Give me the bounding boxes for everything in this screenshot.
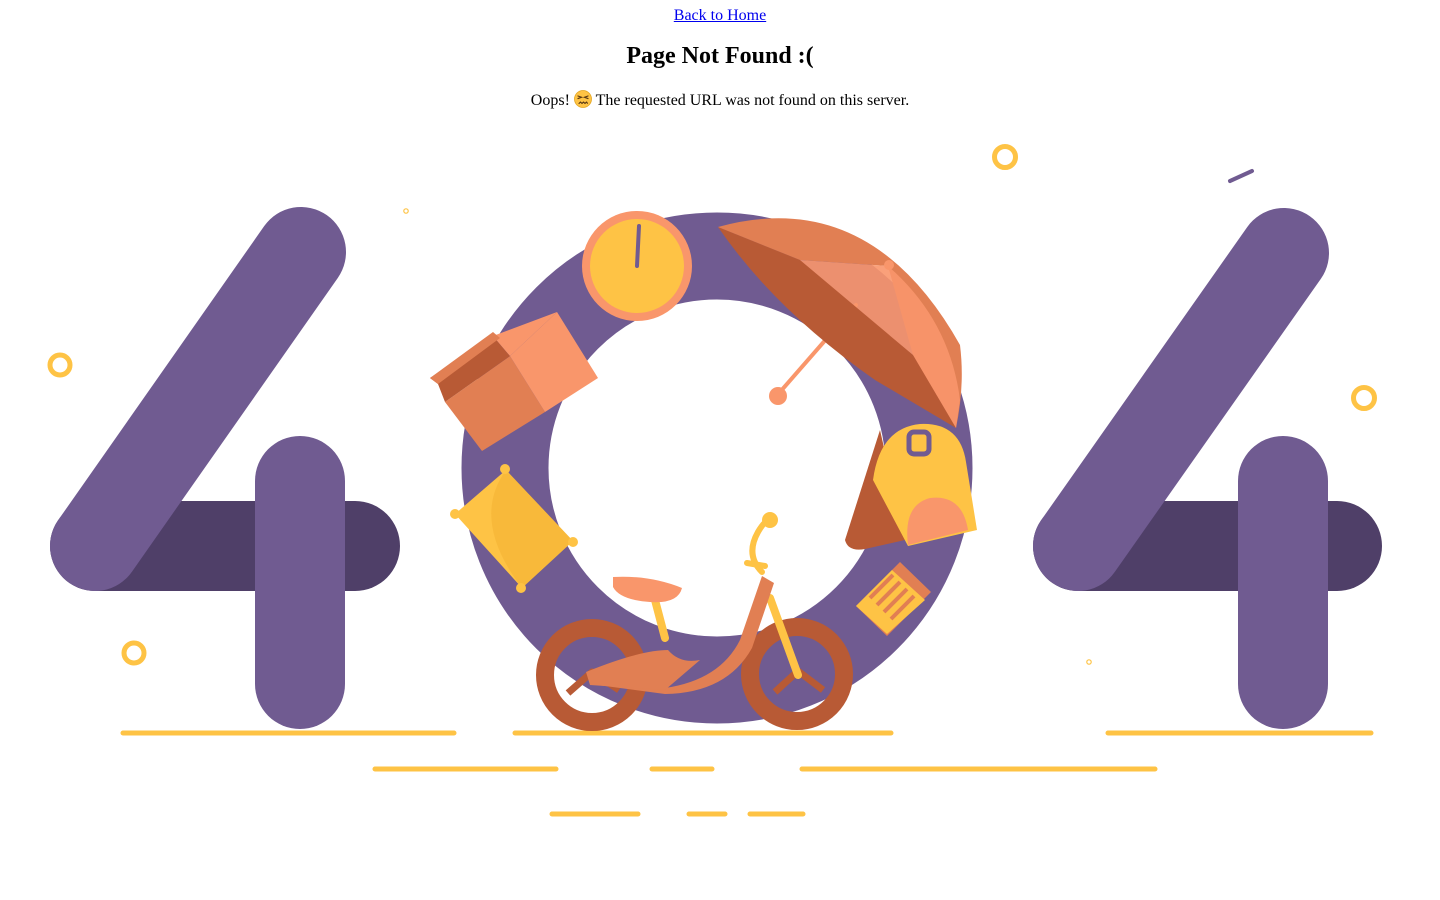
- umbrella-icon: [718, 218, 962, 428]
- ring-decoration: [121, 640, 147, 666]
- clock-icon: [582, 211, 692, 321]
- ring-decoration: [1086, 659, 1092, 665]
- dash-decoration: [1228, 169, 1254, 183]
- ring-decoration: [47, 352, 73, 378]
- digit-four-left: [50, 207, 400, 729]
- digit-four-right: [1033, 208, 1382, 729]
- backpack-icon: [845, 423, 977, 550]
- ring-decoration: [992, 144, 1018, 170]
- 404-illustration: [47, 144, 1382, 817]
- ring-decoration: [403, 208, 409, 214]
- ring-decoration: [1351, 385, 1377, 411]
- ground-lines: [120, 730, 1374, 817]
